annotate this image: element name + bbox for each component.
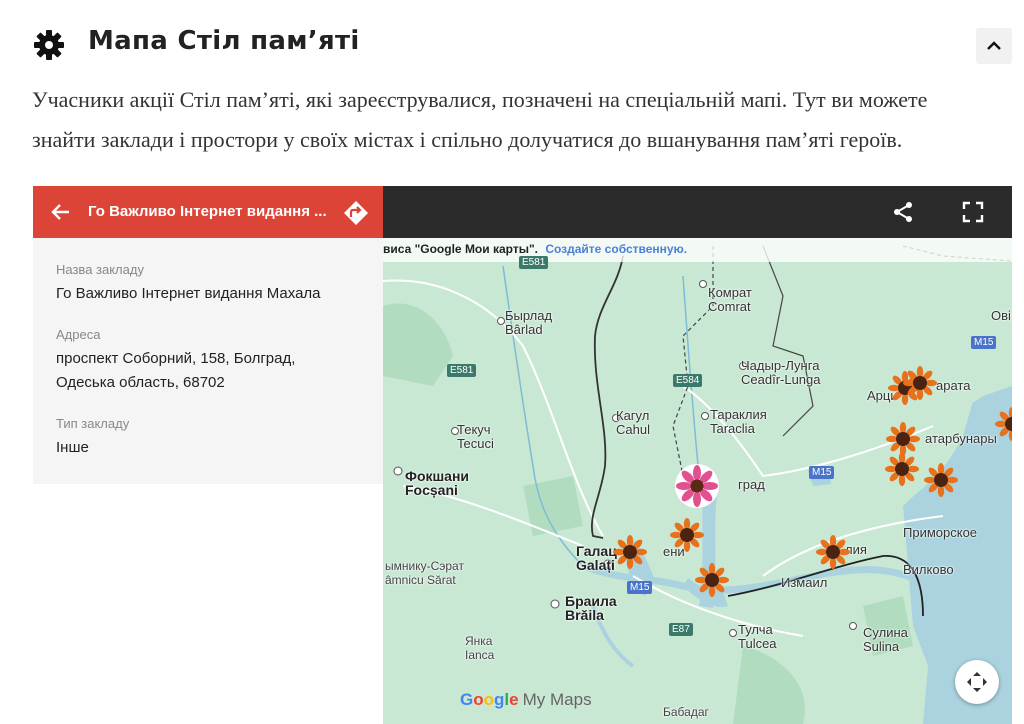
label-lat: Ceadîr-Lunga: [741, 372, 821, 387]
road-shield: M15: [627, 581, 653, 594]
fullscreen-icon[interactable]: [961, 200, 985, 224]
label-cyr: Янка: [465, 634, 493, 648]
map-label-rimnicu: ымнику-Сэрат âmnicu Sărat: [385, 559, 464, 587]
map-label-galati: Галац Galați: [576, 544, 617, 572]
logo-letter: o: [473, 690, 484, 709]
logo-mymaps: My Maps: [522, 690, 592, 709]
map-label-komrat: Комрат Comrat: [708, 286, 752, 314]
sunflower-marker-icon[interactable]: [670, 518, 704, 552]
logo-letter: g: [494, 690, 505, 709]
field-value-name: Го Важливо Інтернет видання Махала: [56, 285, 321, 302]
label-cyr: Кагул: [616, 408, 650, 423]
field-value-type: Інше: [56, 439, 89, 456]
label-cyr: Тулча: [738, 622, 773, 637]
logo-letter: e: [509, 690, 519, 709]
map-label-babadag: Бабадаг: [663, 705, 709, 719]
logo-letter: o: [483, 690, 495, 709]
label-cyr: ымнику-Сэрат: [385, 559, 464, 573]
selected-marker-icon[interactable]: [674, 463, 720, 509]
map-label-vilkovo: Вилково: [903, 562, 954, 577]
logo-letter: G: [460, 690, 474, 709]
map-embed[interactable]: виса "Google Мои карты". Создайте собств…: [33, 186, 1012, 724]
label-lat: Bârlad: [505, 322, 543, 337]
place-details-panel: Го Важливо Інтернет видання ... Назва за…: [33, 186, 383, 724]
label-lat: Cahul: [616, 422, 650, 437]
collapse-button[interactable]: [976, 28, 1012, 64]
map-label-focsani: Фокшани Focșani: [405, 469, 469, 497]
map-label-primorskoe: Приморское: [903, 525, 978, 540]
field-label-name: Назва закладу: [56, 262, 144, 277]
map-label-ceadir: Чадыр-Лунга Ceadîr-Lunga: [741, 359, 821, 387]
panel-title: Го Важливо Інтернет видання ...: [88, 203, 327, 220]
label-lat: Comrat: [708, 299, 751, 314]
map-label-tatarbunary: атарбунары: [925, 431, 997, 446]
label-cyr: Чадыр-Лунга: [741, 358, 820, 373]
field-label-type: Тип закладу: [56, 416, 130, 431]
map-attribution: виса "Google Мои карты". Создайте собств…: [383, 238, 1012, 262]
panel-body: Назва закладу Го Важливо Інтернет виданн…: [33, 238, 383, 484]
label-lat: Tecuci: [457, 436, 494, 451]
map-label-ianca: Янка Ianca: [465, 634, 494, 662]
field-value-address-line2: Одеська область, 68702: [56, 374, 225, 391]
sunflower-marker-icon[interactable]: [816, 535, 850, 569]
label-cyr: Текуч: [457, 422, 491, 437]
label-lat: Brăila: [565, 607, 604, 623]
label-cyr: Тараклия: [710, 407, 767, 422]
road-shield: E87: [669, 623, 693, 636]
road-shield: E584: [673, 374, 703, 387]
map-label-tecuci: Текуч Tecuci: [457, 423, 494, 451]
map-toolbar: [383, 186, 1012, 238]
gear-icon: [34, 30, 64, 60]
sunflower-marker-icon[interactable]: [695, 563, 729, 597]
back-arrow-icon[interactable]: [49, 200, 73, 224]
map-label-birlad: Бырлад Bârlad: [505, 309, 552, 337]
road-shield: M15: [809, 466, 835, 479]
label-cyr: Комрат: [708, 285, 752, 300]
recenter-button[interactable]: [955, 660, 999, 704]
panel-header: Го Важливо Інтернет видання ...: [33, 186, 383, 238]
map-label-taraclia: Тараклия Taraclia: [710, 408, 767, 436]
label-cyr: Бырлад: [505, 308, 553, 323]
expand-arrows-icon: [967, 672, 987, 692]
label-lat: Sulina: [863, 639, 900, 654]
sunflower-marker-icon[interactable]: [885, 452, 919, 486]
share-icon[interactable]: [891, 200, 915, 224]
sunflower-marker-icon[interactable]: [924, 463, 958, 497]
label-lat: âmnicu Sărat: [385, 573, 456, 587]
intro-text: Учасники акції Стіл пам’яті, які зареєст…: [32, 87, 928, 152]
label-lat: Ianca: [465, 648, 495, 662]
label-lat: Focșani: [405, 482, 458, 498]
sunflower-marker-icon[interactable]: [995, 407, 1012, 441]
chevron-up-icon: [987, 41, 1001, 50]
map-label-bolgrad: град: [738, 477, 765, 492]
sunflower-marker-icon[interactable]: [613, 535, 647, 569]
attribution-text: виса "Google Мои карты".: [383, 242, 538, 256]
label-cyr: Сулина: [863, 625, 908, 640]
field-value-address: проспект Соборний, 158, Болград,: [56, 350, 296, 367]
label-lat: Taraclia: [710, 421, 755, 436]
label-lat: Tulcea: [738, 636, 777, 651]
map-label-izmail: Измаил: [781, 575, 828, 590]
google-my-maps-logo: Google My Maps: [460, 690, 592, 710]
sunflower-marker-icon[interactable]: [903, 366, 937, 400]
map-label-sulina: Сулина Sulina: [863, 626, 908, 654]
field-label-address: Адреса: [56, 327, 101, 342]
road-shield: M15: [971, 336, 997, 349]
label-lat: Galați: [576, 557, 615, 573]
map-label-tulcea: Тулча Tulcea: [738, 623, 777, 651]
road-shield: E581: [447, 364, 477, 377]
page-title: Мапа Стіл пам’яті: [88, 26, 360, 56]
map-label-sarata: арата: [936, 378, 971, 393]
sunflower-marker-icon[interactable]: [886, 422, 920, 456]
directions-icon[interactable]: [343, 200, 369, 226]
road-shield: E581: [519, 256, 549, 269]
map-label-cahul: Кагул Cahul: [616, 409, 650, 437]
create-own-link[interactable]: Создайте собственную.: [545, 242, 687, 256]
panel-blank: [33, 484, 383, 724]
map-label-braila: Браила Brăila: [565, 594, 617, 622]
map-label-ovi: Ові: [991, 308, 1011, 323]
